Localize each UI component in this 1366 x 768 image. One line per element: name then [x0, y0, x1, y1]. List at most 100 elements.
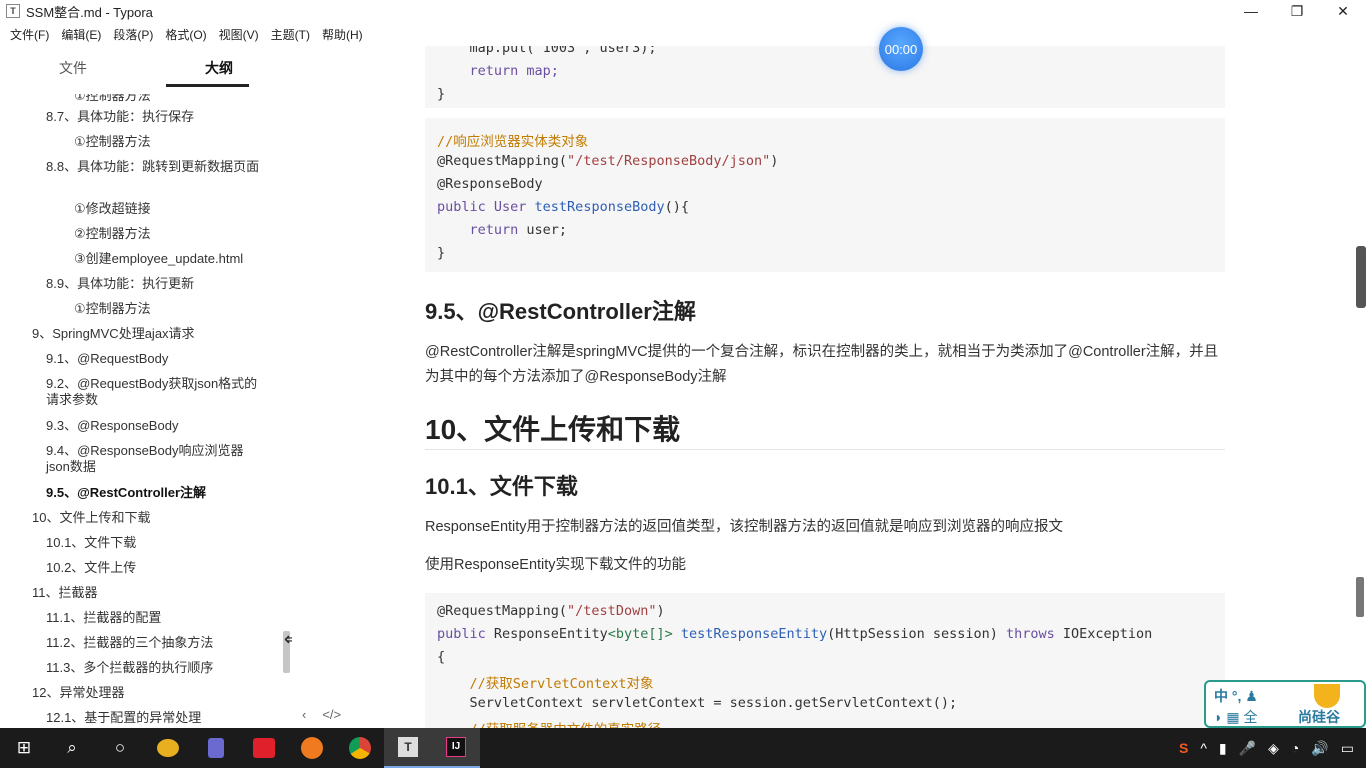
- restore-button[interactable]: ❐: [1274, 0, 1320, 22]
- outline-item[interactable]: ①控制器方法: [74, 134, 151, 150]
- brand-name: 尚硅谷: [1298, 709, 1340, 725]
- outline-item[interactable]: 10.2、文件上传: [46, 560, 136, 576]
- code-token: ): [770, 153, 779, 169]
- outline-item[interactable]: 11.2、拦截器的三个抽象方法: [46, 635, 213, 651]
- system-tray: S ^ ▮ 🎤 ◈ ◔ 🔊 ▭: [1179, 728, 1366, 768]
- code-keyword: public: [437, 199, 494, 215]
- microphone-icon[interactable]: 🎤: [1239, 740, 1256, 757]
- code-block[interactable]: @RequestMapping("/testDown") public Resp…: [425, 593, 1225, 728]
- notification-icon[interactable]: ▭: [1341, 740, 1354, 757]
- scrollbar-widget[interactable]: [1356, 246, 1366, 308]
- menu-file[interactable]: 文件(F): [4, 26, 55, 43]
- ime-options[interactable]: ◗ ▦ 全: [1214, 707, 1257, 727]
- heading-divider: [425, 449, 1225, 450]
- start-icon[interactable]: ⊞: [0, 728, 48, 768]
- code-generic: <byte[]>: [607, 626, 681, 642]
- code-line: public User testResponseBody(){: [437, 199, 689, 215]
- chrome-icon[interactable]: [336, 728, 384, 768]
- intellij-icon[interactable]: IJ: [432, 728, 480, 768]
- heading-10-1: 10.1、文件下载: [425, 474, 578, 499]
- outline-item[interactable]: 10、文件上传和下载: [32, 510, 150, 526]
- code-keyword: public: [437, 626, 494, 642]
- chevron-up-icon[interactable]: ^: [1200, 740, 1207, 756]
- outline-item[interactable]: ①修改超链接: [74, 201, 151, 217]
- code-block[interactable]: map.put("1003", user3); return map; }: [425, 46, 1225, 108]
- brand-logo-icon: [1314, 684, 1340, 708]
- menu-theme[interactable]: 主题(T): [265, 26, 316, 43]
- code-type: User: [493, 199, 535, 215]
- network-icon[interactable]: ◈: [1268, 740, 1279, 757]
- paragraph: ResponseEntity用于控制器方法的返回值类型，该控制器方法的返回值就是…: [425, 519, 1064, 535]
- code-token: @RequestMapping(: [437, 603, 568, 619]
- outline-item[interactable]: 11.3、多个拦截器的执行顺序: [46, 660, 213, 676]
- recording-timer[interactable]: 00:00: [879, 27, 923, 71]
- menu-paragraph[interactable]: 段落(P): [107, 26, 159, 43]
- outline-item[interactable]: 9.1、@RequestBody: [46, 351, 168, 367]
- code-function: testResponseBody: [534, 199, 665, 215]
- close-button[interactable]: ✕: [1320, 0, 1366, 22]
- code-string: "/testDown": [567, 603, 657, 619]
- outline-item[interactable]: 9.4、@ResponseBody响应浏览器json数据: [46, 443, 264, 475]
- sidebar-tabs: 文件 大纲: [0, 46, 292, 90]
- outline-item[interactable]: ③创建employee_update.html: [74, 251, 243, 267]
- outline-item[interactable]: 12、异常处理器: [32, 685, 124, 701]
- code-token: ): [656, 603, 665, 619]
- menu-view[interactable]: 视图(V): [213, 26, 265, 43]
- menu-help[interactable]: 帮助(H): [316, 26, 369, 43]
- code-comment: //获取ServletContext对象: [437, 676, 654, 692]
- code-token: @RequestMapping(: [437, 153, 568, 169]
- youdao-icon[interactable]: [240, 728, 288, 768]
- code-keyword: throws: [1005, 626, 1063, 642]
- ime-mode[interactable]: 中 °, ♟: [1214, 686, 1258, 706]
- outline-item[interactable]: ①控制器方法: [74, 94, 151, 104]
- app-icon[interactable]: [192, 728, 240, 768]
- wifi-icon[interactable]: ◔: [1291, 740, 1299, 756]
- code-comment: //获取服务器中文件的真实路径: [437, 718, 662, 728]
- outline-item[interactable]: ①控制器方法: [74, 301, 151, 317]
- ime-toolbar[interactable]: 中 °, ♟ ◗ ▦ 全 尚硅谷: [1204, 680, 1366, 728]
- paragraph: @RestController注解是springMVC提供的一个复合注解，标识在…: [425, 344, 1219, 385]
- minimize-button[interactable]: —: [1228, 0, 1274, 22]
- heading-10: 10、文件上传和下载: [425, 414, 681, 445]
- outline-item[interactable]: 9.3、@ResponseBody: [46, 418, 178, 434]
- outline-item[interactable]: ②控制器方法: [74, 226, 151, 242]
- outline-item[interactable]: 8.8、具体功能：跳转到更新数据页面: [46, 159, 266, 175]
- firefox-icon[interactable]: [288, 728, 336, 768]
- typora-app-icon: T: [6, 4, 20, 18]
- outline-item[interactable]: 12.1、基于配置的异常处理: [46, 710, 201, 726]
- outline-item[interactable]: 8.9、具体功能：执行更新: [46, 276, 194, 292]
- volume-icon[interactable]: 🔊: [1311, 740, 1328, 757]
- outline-item-active[interactable]: 9.5、@RestController注解: [46, 485, 206, 501]
- outline-item[interactable]: 9、SpringMVC处理ajax请求: [32, 326, 195, 342]
- outline-item[interactable]: 11.1、拦截器的配置: [46, 610, 161, 626]
- outline-item[interactable]: 8.7、具体功能：执行保存: [46, 109, 194, 125]
- code-line: @RequestMapping("/test/ResponseBody/json…: [437, 153, 778, 169]
- outline-item[interactable]: 10.1、文件下载: [46, 535, 136, 551]
- editor-content[interactable]: map.put("1003", user3); return map; } //…: [292, 46, 1352, 728]
- taskbar: ⊞ ⌕ ○ T IJ S ^ ▮ 🎤 ◈ ◔ 🔊 ▭: [0, 728, 1366, 768]
- menu-format[interactable]: 格式(O): [159, 26, 212, 43]
- code-line: public ResponseEntity<byte[]> testRespon…: [437, 626, 1152, 642]
- code-block[interactable]: //响应浏览器实体类对象 @RequestMapping("/test/Resp…: [425, 118, 1225, 272]
- code-token: (HttpSession session): [827, 626, 1006, 642]
- code-token: user;: [526, 222, 568, 238]
- code-type: IOException: [1062, 626, 1153, 642]
- code-line: @ResponseBody: [437, 176, 543, 192]
- title-bar: T SSM整合.md - Typora — ❐ ✕: [0, 0, 1366, 22]
- code-string: "/test/ResponseBody/json": [567, 153, 771, 169]
- outline-item[interactable]: 11、拦截器: [32, 585, 98, 601]
- window-controls: — ❐ ✕: [1228, 0, 1366, 22]
- menu-edit[interactable]: 编辑(E): [55, 26, 107, 43]
- battery-icon[interactable]: ▮: [1219, 740, 1227, 757]
- editor-scrollbar-thumb[interactable]: [1356, 577, 1364, 617]
- menu-bar: 文件(F) 编辑(E) 段落(P) 格式(O) 视图(V) 主题(T) 帮助(H…: [0, 22, 1366, 46]
- search-icon[interactable]: ⌕: [48, 728, 96, 768]
- app-icon[interactable]: [144, 728, 192, 768]
- code-line: map.put("1003", user3);: [437, 46, 657, 56]
- tab-files[interactable]: 文件: [0, 46, 146, 90]
- sogou-icon[interactable]: S: [1179, 740, 1188, 756]
- active-tab-indicator: [166, 84, 249, 87]
- cortana-icon[interactable]: ○: [96, 728, 144, 768]
- typora-icon[interactable]: T: [384, 728, 432, 768]
- outline-item[interactable]: 9.2、@RequestBody获取json格式的请求参数: [46, 376, 266, 408]
